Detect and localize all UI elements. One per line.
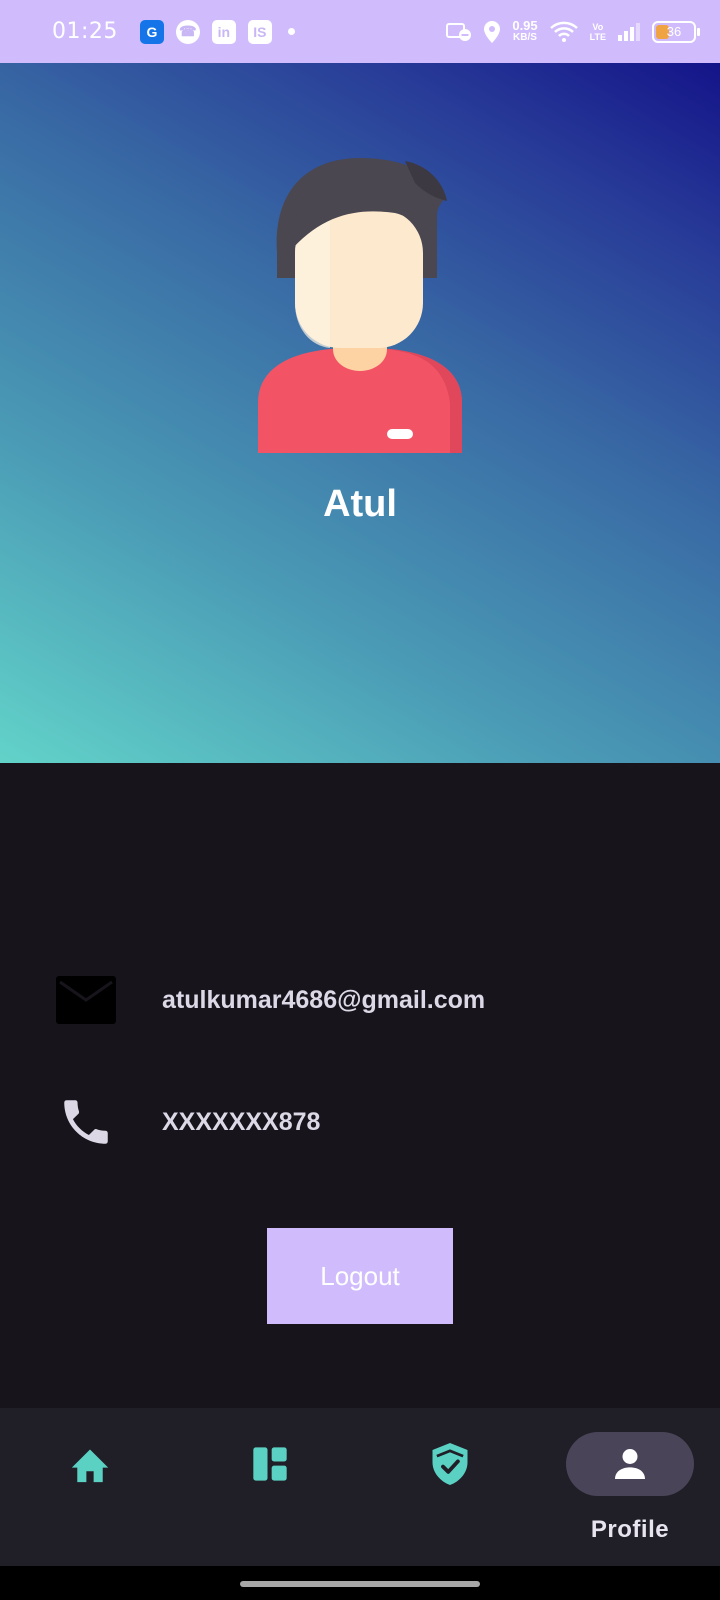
system-icons: 0.95 KB/S Vo LTE 36 xyxy=(446,17,700,44)
battery-icon: 36 xyxy=(652,20,700,43)
do-not-disturb-icon xyxy=(446,21,472,43)
avatar xyxy=(255,153,465,453)
nav-dashboard-icon-wrap xyxy=(206,1432,334,1496)
status-bar: 01:25 G ☎ in IS 0.95 KB/S Vo LTE 36 xyxy=(0,0,720,63)
bottom-nav: Profile xyxy=(0,1408,720,1566)
logout-button[interactable]: Logout xyxy=(267,1228,453,1324)
phone-value: XXXXXXX878 xyxy=(162,1107,321,1136)
signal-icon xyxy=(617,22,641,42)
notification-icons: G ☎ in IS xyxy=(139,19,295,44)
avatar-illustration-icon xyxy=(258,158,462,453)
nav-item-profile[interactable]: Profile xyxy=(540,1408,720,1566)
network-speed: 0.95 KB/S xyxy=(512,17,538,44)
nav-item-dashboard[interactable] xyxy=(180,1408,360,1566)
status-time: 01:25 xyxy=(52,19,118,44)
nav-profile-icon-wrap xyxy=(566,1432,694,1496)
email-value: atulkumar4686@gmail.com xyxy=(162,985,486,1014)
person-icon xyxy=(615,1449,645,1479)
nav-home-icon-wrap xyxy=(26,1432,154,1496)
is-app-icon: IS xyxy=(247,19,272,44)
home-icon xyxy=(71,1449,109,1483)
email-icon xyxy=(56,970,116,1030)
nav-item-home[interactable] xyxy=(0,1408,180,1566)
nav-label-profile: Profile xyxy=(590,1516,670,1543)
phone-app-icon: ☎ xyxy=(175,19,200,44)
volte-line1: Vo xyxy=(592,21,604,32)
more-notifications-dot-icon xyxy=(287,28,295,35)
shield-check-icon xyxy=(432,1443,468,1485)
wifi-icon xyxy=(549,21,579,43)
location-icon xyxy=(483,20,501,44)
email-row: atulkumar4686@gmail.com xyxy=(0,965,720,1035)
nav-item-security[interactable] xyxy=(360,1408,540,1566)
phone-icon xyxy=(56,1092,116,1152)
network-speed-value: 0.95 xyxy=(512,17,538,33)
linkedin-icon: in xyxy=(211,19,236,44)
phone-row: XXXXXXX878 xyxy=(0,1087,720,1157)
volte-line2: LTE xyxy=(589,31,606,42)
wallet-icon: G xyxy=(139,19,164,44)
volte-indicator: Vo LTE xyxy=(590,22,606,42)
dashboard-icon xyxy=(253,1447,287,1481)
profile-header: Atul xyxy=(0,63,720,763)
gesture-bar xyxy=(0,1566,720,1600)
network-speed-unit: KB/S xyxy=(513,31,537,43)
gesture-handle[interactable] xyxy=(240,1581,480,1587)
nav-security-icon-wrap xyxy=(386,1432,514,1496)
user-name: Atul xyxy=(323,483,397,525)
battery-level: 36 xyxy=(666,24,682,39)
